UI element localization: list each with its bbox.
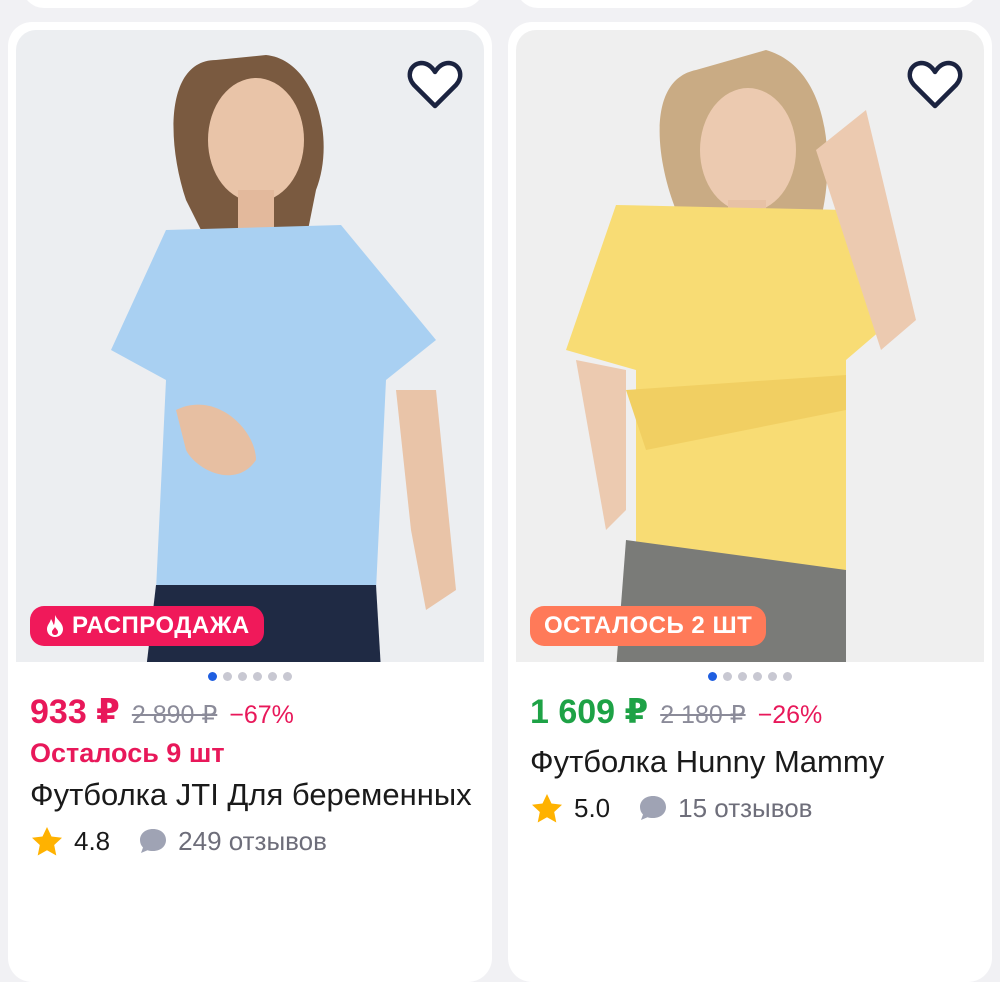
favorite-button[interactable] bbox=[404, 54, 466, 116]
sale-badge: РАСПРОДАЖА bbox=[30, 606, 264, 646]
pagination-dot[interactable] bbox=[708, 672, 717, 681]
price-row: 933 ₽ 2 890 ₽ −67% bbox=[30, 692, 476, 732]
heart-outline-icon bbox=[907, 60, 963, 109]
product-info: 1 609 ₽ 2 180 ₽ −26% Футболка Hunny Mamm… bbox=[530, 692, 976, 824]
photo-pagination[interactable] bbox=[8, 672, 492, 681]
product-photo-image bbox=[16, 30, 484, 662]
product-title[interactable]: Футболка Hunny Mammy bbox=[530, 740, 976, 784]
product-card[interactable]: ОСТАЛОСЬ 2 ШТ 1 609 ₽ 2 180 ₽ −26% Футбо… bbox=[508, 22, 992, 982]
badge-label: ОСТАЛОСЬ 2 ШТ bbox=[544, 612, 753, 639]
heart-outline-icon bbox=[407, 60, 463, 109]
reviews-count: 249 отзывов bbox=[178, 825, 327, 856]
star-icon bbox=[32, 827, 62, 856]
previous-product-card-left[interactable] bbox=[22, 0, 484, 8]
product-card[interactable]: РАСПРОДАЖА 933 ₽ 2 890 ₽ −67% Осталось 9… bbox=[8, 22, 492, 982]
pagination-dot[interactable] bbox=[768, 672, 777, 681]
old-price: 2 180 ₽ bbox=[660, 701, 746, 729]
discount-percent: −26% bbox=[757, 701, 823, 729]
product-photo[interactable]: РАСПРОДАЖА bbox=[16, 30, 484, 662]
rating-row[interactable]: 5.0 15 отзывов bbox=[530, 792, 976, 824]
pagination-dot[interactable] bbox=[783, 672, 792, 681]
old-price: 2 890 ₽ bbox=[131, 701, 218, 729]
rating-row[interactable]: 4.8 249 отзывов bbox=[30, 825, 476, 857]
fire-icon bbox=[47, 615, 63, 637]
chat-bubble-icon bbox=[138, 827, 168, 855]
previous-product-card-right[interactable] bbox=[516, 0, 978, 8]
pagination-dot[interactable] bbox=[268, 672, 277, 681]
stock-badge: ОСТАЛОСЬ 2 ШТ bbox=[530, 606, 767, 646]
current-price: 933 ₽ bbox=[30, 693, 120, 731]
price-row: 1 609 ₽ 2 180 ₽ −26% bbox=[530, 692, 976, 732]
stock-left: Осталось 9 шт bbox=[30, 738, 225, 768]
pagination-dot[interactable] bbox=[723, 672, 732, 681]
pagination-dot[interactable] bbox=[753, 672, 762, 681]
product-info: 933 ₽ 2 890 ₽ −67% Осталось 9 шт Футболк… bbox=[30, 692, 476, 857]
discount-percent: −67% bbox=[229, 701, 294, 729]
pagination-dot[interactable] bbox=[223, 672, 232, 681]
rating-value: 5.0 bbox=[574, 792, 611, 823]
current-price: 1 609 ₽ bbox=[530, 693, 649, 731]
product-photo-image bbox=[516, 30, 984, 662]
pagination-dot[interactable] bbox=[208, 672, 217, 681]
reviews-count: 15 отзывов bbox=[678, 792, 813, 823]
favorite-button[interactable] bbox=[904, 54, 966, 116]
star-icon bbox=[532, 794, 562, 823]
photo-pagination[interactable] bbox=[508, 672, 992, 681]
badge-label: РАСПРОДАЖА bbox=[72, 612, 250, 639]
product-title[interactable]: Футболка JTI Для беременных bbox=[30, 773, 476, 817]
pagination-dot[interactable] bbox=[738, 672, 747, 681]
rating-value: 4.8 bbox=[74, 825, 111, 856]
chat-bubble-icon bbox=[638, 794, 668, 822]
pagination-dot[interactable] bbox=[238, 672, 247, 681]
product-photo[interactable]: ОСТАЛОСЬ 2 ШТ bbox=[516, 30, 984, 662]
pagination-dot[interactable] bbox=[283, 672, 292, 681]
pagination-dot[interactable] bbox=[253, 672, 262, 681]
